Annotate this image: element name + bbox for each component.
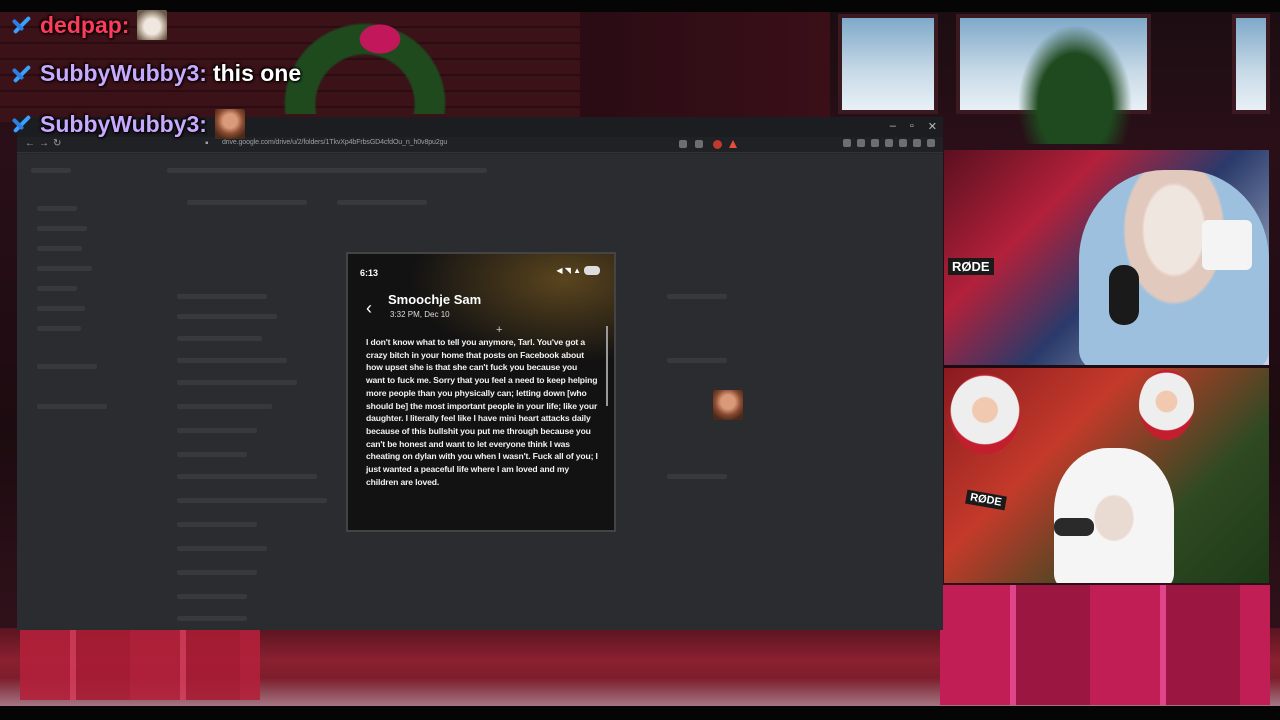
drive-nav-item bbox=[37, 326, 81, 331]
brave-rewards-icon[interactable] bbox=[729, 140, 737, 148]
close-button[interactable]: ✕ bbox=[928, 120, 937, 133]
bottom-letterbox bbox=[0, 706, 1280, 720]
maximize-button[interactable]: ▫ bbox=[910, 120, 914, 133]
wreath-bow bbox=[345, 14, 415, 64]
forward-icon[interactable]: → bbox=[39, 138, 49, 149]
status-icons: ◀ ◥ ▲ bbox=[556, 266, 600, 276]
curtain bbox=[580, 12, 830, 122]
profile-icon[interactable] bbox=[913, 139, 921, 147]
media-icon[interactable] bbox=[857, 139, 865, 147]
drive-file-row bbox=[177, 570, 257, 575]
streamer-person bbox=[1054, 448, 1174, 583]
scrollbar[interactable] bbox=[606, 326, 608, 406]
drive-nav-item bbox=[37, 286, 77, 291]
webcam-bottom: RØDE bbox=[944, 368, 1269, 583]
microphone bbox=[1054, 518, 1094, 536]
chat-username[interactable]: SubbyWubby3: bbox=[40, 111, 207, 138]
drive-file-row bbox=[177, 380, 297, 385]
drive-file-row bbox=[177, 336, 262, 341]
snowy-window bbox=[838, 14, 938, 114]
drive-nav-item bbox=[37, 266, 92, 271]
share-icon[interactable] bbox=[695, 140, 703, 148]
drive-file-row bbox=[177, 452, 247, 457]
mic-brand-label: RØDE bbox=[965, 489, 1007, 511]
menu-icon[interactable] bbox=[927, 139, 935, 147]
screen-share: – ▫ ✕ ← → ↻ ▪ drive.google.com/drive/u/2… bbox=[17, 117, 943, 630]
chat-username[interactable]: dedpap: bbox=[40, 12, 129, 39]
reload-icon[interactable]: ↻ bbox=[53, 138, 61, 149]
sword-icon bbox=[8, 111, 34, 137]
mic-brand-label: RØDE bbox=[948, 258, 994, 275]
message-text: I don't know what to tell you anymore, T… bbox=[366, 337, 598, 487]
chat-message: SubbyWubby3: this one bbox=[8, 60, 301, 87]
drive-file-row bbox=[177, 594, 247, 599]
drive-nav-item bbox=[37, 306, 85, 311]
drive-nav-item bbox=[37, 364, 97, 369]
webcam-top: RØDE bbox=[944, 150, 1269, 365]
drive-file-row bbox=[177, 404, 272, 409]
gift-boxes-right bbox=[940, 585, 1270, 705]
minimize-button[interactable]: – bbox=[890, 120, 896, 133]
drive-nav-item bbox=[37, 206, 77, 211]
phone-screenshot-preview[interactable]: 6:13 ◀ ◥ ▲ ‹ Smoochje Sam 3:32 PM, Dec 1… bbox=[346, 252, 616, 532]
wallet-icon[interactable] bbox=[885, 139, 893, 147]
drive-nav-item bbox=[37, 404, 107, 409]
drive-search bbox=[167, 168, 487, 173]
drive-breadcrumb bbox=[337, 200, 427, 205]
split-view-icon[interactable] bbox=[871, 139, 879, 147]
extensions-icon[interactable] bbox=[899, 139, 907, 147]
drive-file-row bbox=[177, 498, 327, 503]
window-controls: – ▫ ✕ bbox=[890, 120, 937, 133]
battery-icon bbox=[584, 266, 600, 276]
drive-file-row bbox=[177, 294, 267, 299]
gift-boxes bbox=[20, 630, 260, 700]
drive-file-meta bbox=[667, 474, 727, 479]
sword-icon bbox=[8, 12, 34, 38]
drive-file-row bbox=[177, 474, 317, 479]
drive-logo bbox=[31, 168, 71, 173]
drive-breadcrumb bbox=[187, 200, 307, 205]
cat-emote-icon bbox=[137, 10, 168, 40]
drive-file-row bbox=[177, 314, 277, 319]
chat-text: this one bbox=[212, 60, 302, 86]
extension-icon[interactable] bbox=[679, 140, 687, 148]
sidebar-icon[interactable] bbox=[843, 139, 851, 147]
drive-nav-item bbox=[37, 226, 87, 231]
back-icon[interactable]: ← bbox=[25, 138, 35, 149]
chat-message: SubbyWubby3: bbox=[8, 109, 245, 139]
santa-decoration bbox=[1139, 370, 1194, 440]
message-timestamp: 3:32 PM, Dec 10 bbox=[390, 310, 450, 319]
site-info-icon[interactable]: ▪ bbox=[205, 138, 209, 149]
christmas-tree bbox=[1010, 14, 1140, 144]
drive-file-meta bbox=[667, 294, 727, 299]
drive-nav-item bbox=[37, 246, 82, 251]
coffee-mug bbox=[1202, 220, 1252, 270]
contact-name: Smoochje Sam bbox=[388, 292, 482, 307]
chat-username[interactable]: SubbyWubby3: bbox=[40, 60, 207, 87]
drive-file-row bbox=[177, 546, 267, 551]
url-text[interactable]: drive.google.com/drive/u/2/folders/1TkvX… bbox=[222, 139, 447, 146]
man-face-emote-icon bbox=[214, 109, 245, 139]
santa-decoration bbox=[950, 374, 1020, 454]
top-letterbox bbox=[0, 0, 1280, 12]
sword-icon bbox=[8, 61, 34, 87]
microphone bbox=[1109, 265, 1139, 325]
status-time: 6:13 bbox=[360, 268, 379, 278]
browser-toolbar-icons bbox=[843, 139, 935, 147]
floating-emote bbox=[713, 390, 743, 420]
drive-file-row bbox=[177, 522, 257, 527]
chat-message: dedpap: bbox=[8, 10, 168, 40]
crosshair-cursor-icon: + bbox=[496, 324, 503, 336]
back-chevron-icon[interactable]: ‹ bbox=[366, 298, 372, 319]
stream-frame: – ▫ ✕ ← → ↻ ▪ drive.google.com/drive/u/2… bbox=[0, 0, 1280, 720]
signal-icons: ◀ ◥ ▲ bbox=[556, 266, 581, 275]
drive-file-row bbox=[177, 616, 247, 621]
address-bar: ← → ↻ ▪ drive.google.com/drive/u/2/folde… bbox=[17, 137, 943, 153]
brave-shield-icon[interactable] bbox=[713, 140, 722, 149]
drive-file-meta bbox=[667, 358, 727, 363]
drive-file-row bbox=[177, 358, 287, 363]
drive-file-row bbox=[177, 428, 257, 433]
snowy-window bbox=[1232, 14, 1270, 114]
